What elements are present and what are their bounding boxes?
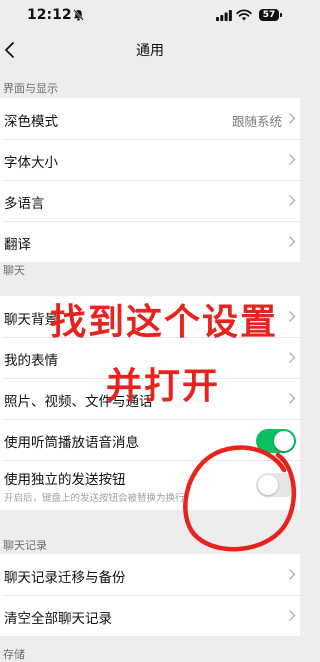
section-header-storage: 存储: [3, 648, 25, 661]
row-clear-history[interactable]: 清空全部聊天记录: [0, 595, 300, 636]
separate-send-button-toggle[interactable]: [256, 473, 296, 497]
chevron-right-icon: [289, 311, 296, 322]
section-header-chat: 聊天: [3, 264, 25, 277]
row-value: 跟随系统: [231, 114, 282, 129]
row-translate[interactable]: 翻译: [0, 221, 300, 262]
chevron-right-icon: [289, 113, 296, 124]
group-display: 深色模式 跟随系统 字体大小 多语言 翻译: [0, 98, 300, 262]
toggle-knob: [258, 475, 278, 495]
status-bar: 12:12 57: [0, 0, 300, 30]
signal-icon: [216, 10, 232, 21]
row-migrate-backup[interactable]: 聊天记录迁移与备份: [0, 554, 300, 595]
chevron-right-icon: [289, 154, 296, 165]
bell-off-icon: [73, 9, 84, 21]
row-dark-mode[interactable]: 深色模式 跟随系统: [0, 98, 300, 139]
chevron-right-icon: [289, 352, 296, 363]
row-label: 多语言: [4, 196, 45, 212]
section-header-history: 聊天记录: [3, 539, 47, 552]
toggle-knob: [274, 431, 294, 451]
page-title: 通用: [136, 43, 164, 59]
row-description: 开启后，键盘上的发送按钮会被替换为换行: [4, 493, 185, 504]
row-label: 我的表情: [4, 353, 58, 369]
wifi-icon: [236, 9, 252, 21]
row-label: 聊天记录迁移与备份: [4, 570, 126, 586]
row-language[interactable]: 多语言: [0, 180, 300, 221]
row-label: 清空全部聊天记录: [4, 611, 112, 627]
group-history: 聊天记录迁移与备份 清空全部聊天记录: [0, 554, 300, 636]
chevron-right-icon: [289, 569, 296, 580]
earpiece-voice-toggle[interactable]: [256, 429, 296, 453]
battery-tip: [280, 13, 282, 17]
annotation-text-line2: 并打开: [106, 366, 221, 407]
row-label: 使用独立的发送按钮: [4, 472, 126, 488]
chevron-right-icon: [289, 236, 296, 247]
chevron-right-icon: [289, 195, 296, 206]
row-earpiece-voice: 使用听筒播放语音消息: [0, 419, 300, 460]
nav-bar: 通用: [0, 30, 300, 70]
row-label: 翻译: [4, 237, 31, 253]
row-label: 使用听筒播放语音消息: [4, 435, 139, 451]
row-label: 字体大小: [4, 155, 58, 171]
row-font-size[interactable]: 字体大小: [0, 139, 300, 180]
row-label: 深色模式: [4, 114, 58, 130]
annotation-text-line1: 找到这个设置: [50, 302, 279, 343]
battery-level: 57: [259, 9, 279, 21]
section-header-display: 界面与显示: [3, 82, 58, 95]
chevron-right-icon: [289, 393, 296, 404]
row-separate-send-button: 使用独立的发送按钮 开启后，键盘上的发送按钮会被替换为换行: [0, 460, 300, 510]
chevron-right-icon: [289, 610, 296, 621]
status-time: 12:12: [27, 7, 72, 23]
